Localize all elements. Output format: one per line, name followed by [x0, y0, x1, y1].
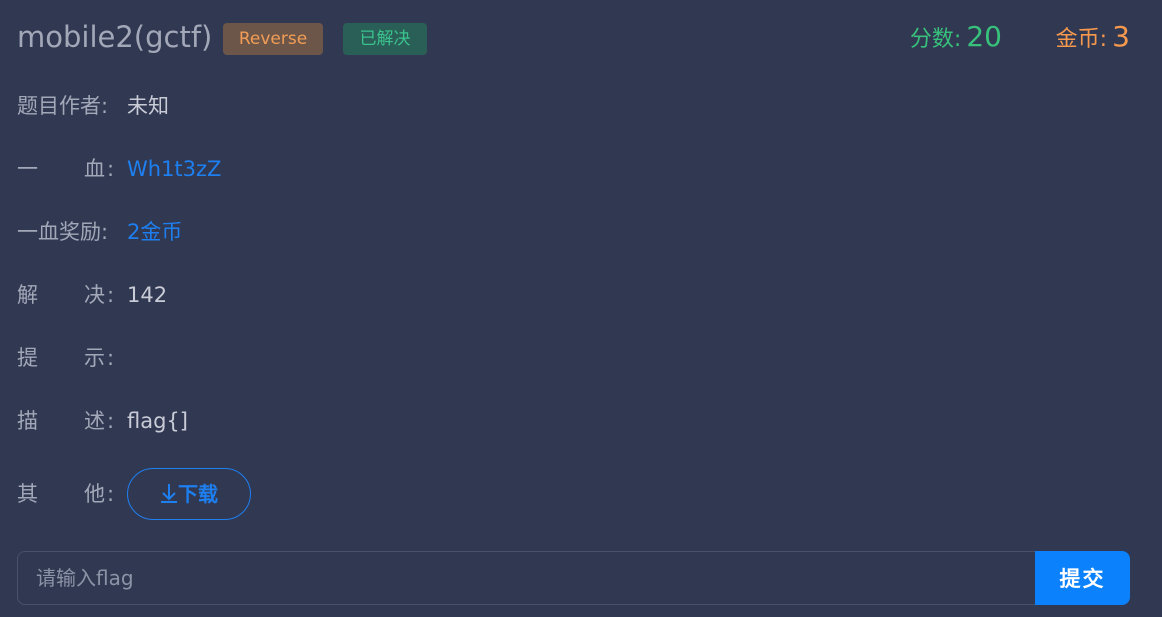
- description-label: 描 述 :: [17, 409, 115, 433]
- download-arrow-icon: [160, 482, 178, 506]
- author-value: 未知: [127, 94, 169, 118]
- score-value: 20: [966, 20, 1002, 53]
- author-label: 题目作者:: [17, 94, 109, 118]
- coins-label: 金币:: [1055, 27, 1108, 52]
- first-blood-reward-value: 2金币: [127, 220, 183, 244]
- hint-row: 提 示 :: [17, 341, 1162, 375]
- coins-value: 3: [1112, 20, 1130, 53]
- submit-button[interactable]: 提交: [1035, 551, 1130, 605]
- score: 分数: 20: [910, 18, 1002, 60]
- other-label: 其 他 :: [17, 482, 115, 506]
- first-blood-reward-row: 一血奖励: 2金币: [17, 215, 1162, 249]
- first-blood-user-link[interactable]: Wh1t3zZ: [127, 152, 221, 186]
- first-blood-reward-label: 一血奖励:: [17, 220, 109, 244]
- first-blood-label: 一 血 :: [17, 157, 115, 181]
- solved-label: 解 决 :: [17, 283, 115, 307]
- other-row: 其 他 : 下载: [17, 468, 1162, 520]
- flag-submit-bar: 提交: [17, 551, 1130, 605]
- category-badge: Reverse: [223, 23, 323, 55]
- hint-label: 提 示 :: [17, 346, 115, 370]
- first-blood-row: 一 血 : Wh1t3zZ: [17, 152, 1162, 186]
- solved-row: 解 决 : 142: [17, 278, 1162, 312]
- solved-count: 142: [127, 283, 168, 307]
- description-value: flag{]: [127, 409, 188, 433]
- download-button[interactable]: 下载: [127, 468, 251, 520]
- download-label: 下载: [178, 482, 218, 506]
- challenge-header: mobile2(gctf) Reverse 已解决 分数: 20 金币: 3: [17, 18, 1130, 60]
- challenge-title: mobile2(gctf): [17, 20, 213, 54]
- coins: 金币: 3: [1056, 18, 1130, 60]
- score-label: 分数:: [909, 27, 962, 52]
- author-row: 题目作者: 未知: [17, 89, 1162, 123]
- description-row: 描 述 : flag{]: [17, 404, 1162, 438]
- flag-input[interactable]: [17, 551, 1037, 605]
- status-badge: 已解决: [343, 23, 427, 55]
